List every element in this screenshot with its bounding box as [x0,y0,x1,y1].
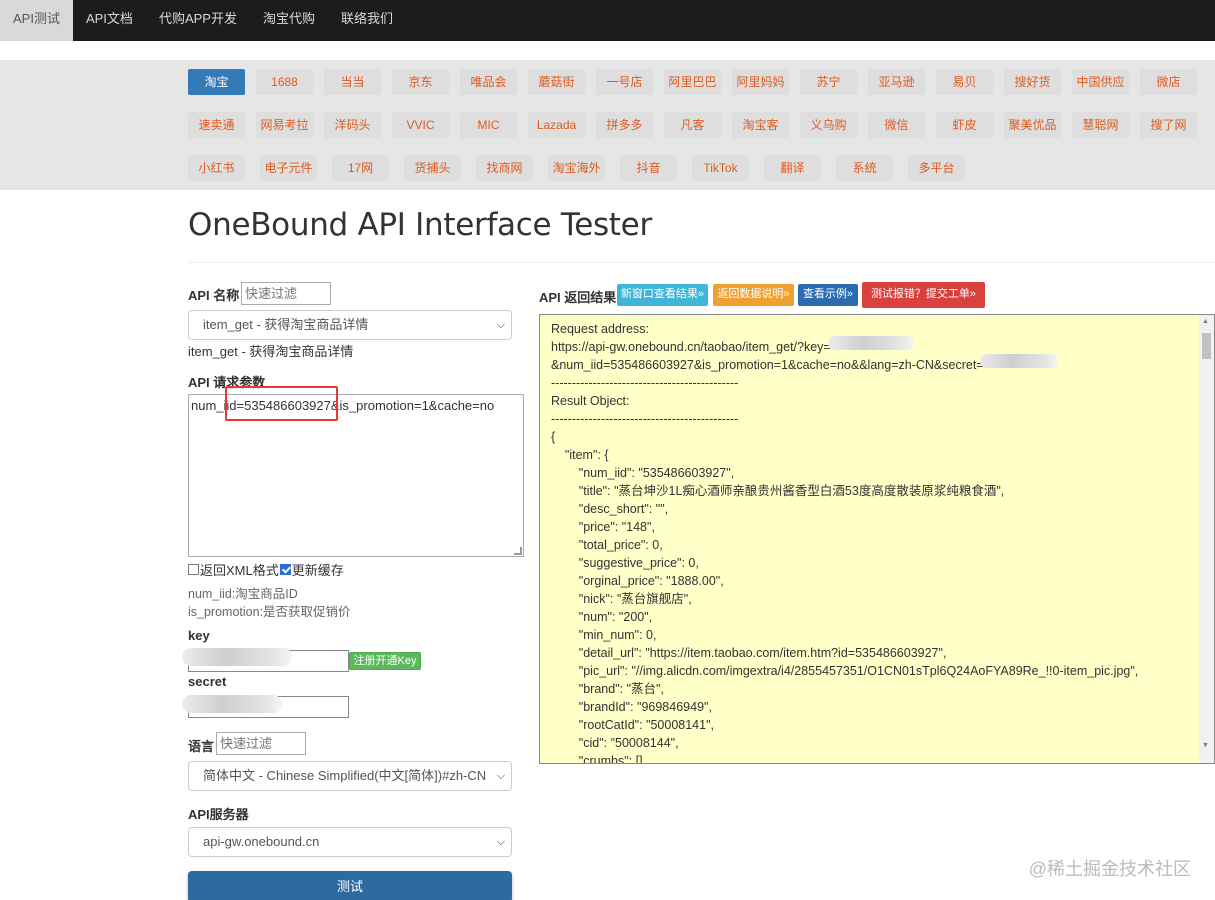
cache-checkbox[interactable] [279,564,291,575]
chevron-down-icon: ⌵ [496,836,505,848]
platform-button[interactable]: 淘宝 [188,69,245,95]
result-textarea[interactable]: Request address: https://api-gw.onebound… [539,314,1215,764]
platform-button[interactable]: 搜好货 [1004,69,1061,95]
highlight-box [225,386,338,421]
open-new-window-button[interactable]: 新窗口查看结果» [617,284,708,306]
platform-button[interactable]: 网易考拉 [256,112,313,138]
platform-button[interactable]: 聚美优品 [1004,112,1061,138]
xml-checkbox-wrap[interactable]: 返回XML格式 更新缓存 [188,560,344,579]
scroll-down-icon[interactable]: ▼ [1202,742,1209,749]
platform-button[interactable]: 微店 [1140,69,1197,95]
redacted-key [182,648,292,666]
server-label: API服务器 [188,807,249,822]
tab-api-docs[interactable]: API文档 [73,0,146,41]
platform-button[interactable]: 京东 [392,69,449,95]
language-select[interactable]: 简体中文 - Chinese Simplified(中文[简体])#zh-CN … [188,761,512,791]
result-text: Request address: https://api-gw.onebound… [551,322,1139,764]
api-select[interactable]: item_get - 获得淘宝商品详情 ⌵ [188,310,512,340]
platform-button[interactable]: 速卖通 [188,112,245,138]
platform-button[interactable]: Lazada [528,112,585,138]
platform-button[interactable]: 阿里妈妈 [732,69,789,95]
xml-checkbox-label: 返回XML格式 [200,563,279,578]
redacted-key [828,336,914,350]
tab-taobao-proxy[interactable]: 淘宝代购 [250,0,328,41]
platform-button[interactable]: 17网 [332,155,389,181]
tab-contact[interactable]: 联络我们 [328,0,406,41]
platform-button[interactable]: TikTok [692,155,749,181]
tab-api-test[interactable]: API测试 [0,0,73,41]
test-button[interactable]: 测试 [188,871,512,900]
platform-button[interactable]: 易贝 [936,69,993,95]
platform-button[interactable]: 淘宝海外 [548,155,605,181]
platform-button[interactable]: 慧聪网 [1072,112,1129,138]
chevron-down-icon: ⌵ [496,770,505,782]
scrollbar-thumb[interactable] [1202,333,1211,359]
watermark: @稀土掘金技术社区 [1028,859,1191,879]
platform-button[interactable]: 虾皮 [936,112,993,138]
platform-button[interactable]: VVIC [392,112,449,138]
top-nav: API测试 API文档 代购APP开发 淘宝代购 联络我们 [0,0,1215,41]
language-select-value: 简体中文 - Chinese Simplified(中文[简体])#zh-CN [203,768,487,783]
tab-app-dev[interactable]: 代购APP开发 [146,0,250,41]
redacted-secret [980,354,1058,368]
platform-button[interactable]: 拼多多 [596,112,653,138]
param-hint: num_iid:淘宝商品ID [188,587,298,601]
platform-button[interactable]: 义乌购 [800,112,857,138]
api-name-label: API 名称 [188,288,240,303]
cache-checkbox-label: 更新缓存 [291,563,344,578]
xml-checkbox[interactable] [188,564,199,575]
api-select-value: item_get - 获得淘宝商品详情 [203,317,369,332]
chevron-down-icon: ⌵ [496,319,505,331]
param-hint: is_promotion:是否获取促销价 [188,605,351,619]
register-key-button[interactable]: 注册开通Key [349,652,421,670]
server-select-value: api-gw.onebound.cn [203,834,320,849]
server-select[interactable]: api-gw.onebound.cn ⌵ [188,827,512,857]
redacted-secret [182,695,282,713]
platform-button[interactable]: 微信 [868,112,925,138]
platform-button[interactable]: 找商网 [476,155,533,181]
platform-button[interactable]: 货捕头 [404,155,461,181]
platform-button[interactable]: 蘑菇街 [528,69,585,95]
submit-ticket-button[interactable]: 测试报错？提交工单» [862,282,985,308]
platform-button[interactable]: 当当 [324,69,381,95]
page-title: OneBound API Interface Tester [188,207,652,243]
data-description-button[interactable]: 返回数据说明» [713,284,794,306]
platform-button[interactable]: 1688 [256,69,313,95]
platform-button[interactable]: 亚马逊 [868,69,925,95]
view-example-button[interactable]: 查看示例» [798,284,858,306]
key-label: key [188,628,210,643]
divider [188,262,1215,263]
platform-button[interactable]: 中国供应 [1072,69,1129,95]
api-filter-input[interactable] [241,282,331,305]
platform-button[interactable]: 凡客 [664,112,721,138]
platform-button[interactable]: 洋码头 [324,112,381,138]
scroll-up-icon[interactable]: ▲ [1202,318,1209,325]
resize-handle[interactable] [514,547,522,555]
language-filter-input[interactable] [216,732,306,755]
api-description: item_get - 获得淘宝商品详情 [188,344,354,359]
platform-row: 淘宝 1688 当当 京东 唯品会 蘑菇街 一号店 阿里巴巴 阿里妈妈 苏宁 亚马逊 易贝 搜好货 中国供… [188,69,1208,95]
platform-row: 速卖通 网易考拉 洋码头 VVIC MIC Lazada 拼多多 凡客 淘宝客 义乌购 微信 虾皮 聚美… [188,112,1208,138]
platform-button[interactable]: 搜了网 [1140,112,1197,138]
result-label: API 返回结果 [539,290,617,305]
platform-button[interactable]: 电子元件 [260,155,317,181]
platform-selector: 淘宝 1688 当当 京东 唯品会 蘑菇街 一号店 阿里巴巴 阿里妈妈 苏宁 亚马逊 易贝 搜好货 中国供… [0,60,1215,190]
scrollbar[interactable]: ▲ ▼ [1199,315,1214,763]
secret-label: secret [188,674,227,689]
platform-button[interactable]: 一号店 [596,69,653,95]
platform-button[interactable]: 多平台 [908,155,965,181]
platform-row: 小红书 电子元件 17网 货捕头 找商网 淘宝海外 抖音 TikTok 翻译 系统 多平台 [188,155,980,181]
platform-button[interactable]: 阿里巴巴 [664,69,721,95]
platform-button[interactable]: 抖音 [620,155,677,181]
platform-button[interactable]: 翻译 [764,155,821,181]
language-label: 语言 [188,739,215,754]
platform-button[interactable]: 系统 [836,155,893,181]
platform-button[interactable]: MIC [460,112,517,138]
platform-button[interactable]: 小红书 [188,155,245,181]
platform-button[interactable]: 唯品会 [460,69,517,95]
platform-button[interactable]: 淘宝客 [732,112,789,138]
platform-button[interactable]: 苏宁 [800,69,857,95]
